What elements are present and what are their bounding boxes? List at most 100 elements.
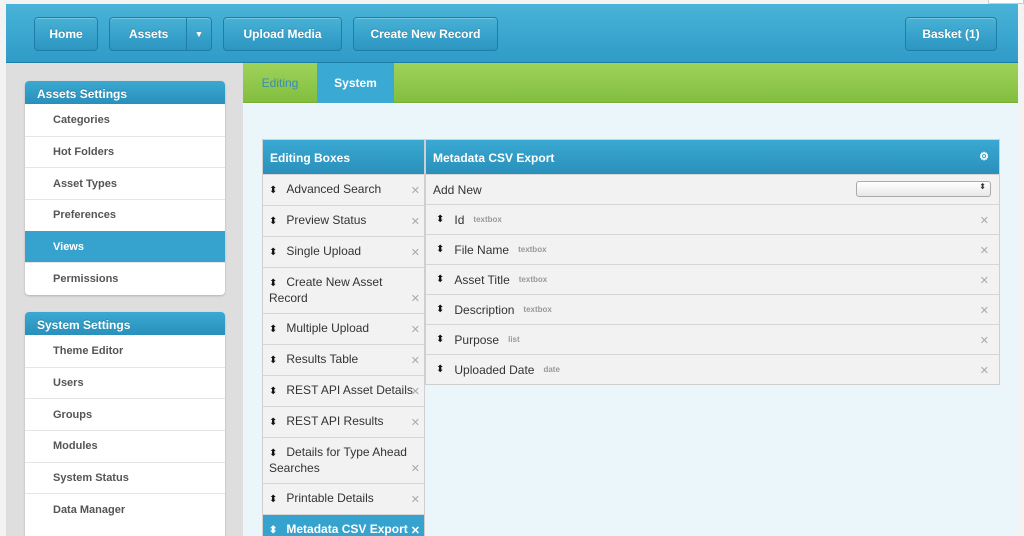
sidebar-item-categories[interactable]: Categories bbox=[25, 104, 225, 136]
drag-handle-icon[interactable]: ⬍ bbox=[269, 386, 277, 397]
sidebar-item-preferences[interactable]: Preferences bbox=[25, 199, 225, 231]
drag-handle-icon[interactable]: ⬍ bbox=[436, 334, 444, 345]
field-row[interactable]: ⬍ Id textbox ✕ bbox=[426, 204, 999, 234]
close-icon[interactable]: ✕ bbox=[980, 214, 989, 227]
close-icon[interactable]: ✕ bbox=[411, 385, 420, 400]
metadata-export-header: Metadata CSV Export ⚙ bbox=[426, 140, 999, 174]
assets-label: Assets bbox=[129, 27, 169, 41]
list-item-label: REST API Results bbox=[286, 414, 384, 428]
field-name: Id bbox=[454, 212, 465, 227]
list-item[interactable]: ⬍ Advanced Search ✕ bbox=[263, 174, 424, 205]
sidebar-item-data-manager[interactable]: Data Manager bbox=[25, 493, 225, 525]
field-row[interactable]: ⬍ Description textbox ✕ bbox=[426, 294, 999, 324]
drag-handle-icon[interactable]: ⬍ bbox=[269, 278, 277, 289]
field-type: textbox bbox=[518, 245, 547, 254]
drag-handle-icon[interactable]: ⬍ bbox=[269, 448, 277, 459]
drag-handle-icon[interactable]: ⬍ bbox=[269, 324, 277, 335]
close-icon[interactable]: ✕ bbox=[980, 364, 989, 377]
close-icon[interactable]: ✕ bbox=[411, 416, 420, 431]
drag-handle-icon[interactable]: ⬍ bbox=[269, 355, 277, 366]
field-name: Asset Title bbox=[454, 272, 510, 287]
tab-editing[interactable]: Editing bbox=[243, 63, 317, 103]
assets-settings-panel: Assets Settings Categories Hot Folders A… bbox=[25, 81, 225, 295]
field-name: Uploaded Date bbox=[454, 362, 535, 377]
close-icon[interactable]: ✕ bbox=[411, 292, 420, 307]
create-new-record-button[interactable]: Create New Record bbox=[353, 17, 498, 51]
gear-icon[interactable]: ⚙ bbox=[979, 150, 989, 163]
add-new-label: Add New bbox=[433, 183, 482, 197]
add-new-select[interactable] bbox=[856, 181, 991, 197]
close-icon[interactable]: ✕ bbox=[411, 246, 420, 261]
drag-handle-icon[interactable]: ⬍ bbox=[436, 214, 444, 225]
list-item[interactable]: ⬍ REST API Results ✕ bbox=[263, 406, 424, 437]
list-item[interactable]: ⬍ REST API Asset Details ✕ bbox=[263, 375, 424, 406]
upload-media-button[interactable]: Upload Media bbox=[223, 17, 342, 51]
close-icon[interactable]: ✕ bbox=[411, 215, 420, 230]
drag-handle-icon[interactable]: ⬍ bbox=[269, 417, 277, 428]
assets-settings-title: Assets Settings bbox=[25, 81, 225, 104]
list-item[interactable]: ⬍ Single Upload ✕ bbox=[263, 236, 424, 267]
editing-boxes-list: Editing Boxes ⬍ Advanced Search ✕ ⬍ Preview… bbox=[262, 139, 425, 536]
home-button[interactable]: Home bbox=[34, 17, 98, 51]
top-navigation-bar: Home Assets ▼ Upload Media Create New Re… bbox=[6, 4, 1018, 63]
list-item[interactable]: ⬍ Details for Type Ahead Searches ✕ bbox=[263, 437, 424, 483]
drag-handle-icon[interactable]: ⬍ bbox=[436, 364, 444, 375]
list-item[interactable]: ⬍ Preview Status ✕ bbox=[263, 205, 424, 236]
list-item-label: Advanced Search bbox=[286, 182, 382, 196]
list-item-label: REST API Asset Details bbox=[286, 383, 413, 397]
list-item-label: Create New Asset Record bbox=[269, 275, 383, 305]
editing-boxes-title: Editing Boxes bbox=[263, 140, 424, 174]
drag-handle-icon[interactable]: ⬍ bbox=[269, 247, 277, 258]
close-icon[interactable]: ✕ bbox=[411, 354, 420, 369]
sidebar-item-users[interactable]: Users bbox=[25, 366, 225, 399]
drag-handle-icon[interactable]: ⬍ bbox=[436, 304, 444, 315]
close-icon[interactable]: ✕ bbox=[411, 462, 420, 477]
basket-button[interactable]: Basket (1) bbox=[905, 17, 997, 51]
sidebar-item-theme-editor[interactable]: Theme Editor bbox=[25, 335, 225, 367]
drag-handle-icon[interactable]: ⬍ bbox=[269, 494, 277, 505]
sidebar-item-groups[interactable]: Groups bbox=[25, 398, 225, 430]
close-icon[interactable]: ✕ bbox=[980, 304, 989, 317]
tab-system[interactable]: System bbox=[317, 63, 394, 103]
list-item-label: Printable Details bbox=[286, 491, 374, 505]
system-settings-panel: System Settings Theme Editor Users Group… bbox=[25, 312, 225, 536]
sidebar-item-system-status[interactable]: System Status bbox=[25, 461, 225, 494]
field-name: Purpose bbox=[454, 332, 500, 347]
drag-handle-icon[interactable]: ⬍ bbox=[436, 244, 444, 255]
upload-media-label: Upload Media bbox=[243, 27, 322, 41]
list-item[interactable]: ⬍ Create New Asset Record ✕ bbox=[263, 267, 424, 313]
sidebar-item-asset-types[interactable]: Asset Types bbox=[25, 167, 225, 199]
close-icon[interactable]: ✕ bbox=[411, 524, 420, 536]
list-item[interactable]: ⬍ Printable Details ✕ bbox=[263, 483, 424, 514]
sidebar-item-permissions[interactable]: Permissions bbox=[25, 262, 225, 294]
close-icon[interactable]: ✕ bbox=[980, 244, 989, 257]
list-item-label: Single Upload bbox=[286, 244, 362, 258]
field-row[interactable]: ⬍ Purpose list ✕ bbox=[426, 324, 999, 354]
list-item-selected[interactable]: ⬍ Metadata CSV Export ✕ bbox=[263, 514, 424, 536]
field-name: Description bbox=[454, 302, 515, 317]
close-icon[interactable]: ✕ bbox=[980, 274, 989, 287]
close-icon[interactable]: ✕ bbox=[980, 334, 989, 347]
close-icon[interactable]: ✕ bbox=[411, 493, 420, 508]
list-item[interactable]: ⬍ Results Table ✕ bbox=[263, 344, 424, 375]
field-row[interactable]: ⬍ Uploaded Date date ✕ bbox=[426, 354, 999, 384]
system-settings-title: System Settings bbox=[25, 312, 225, 335]
basket-label: Basket (1) bbox=[922, 27, 980, 41]
drag-handle-icon[interactable]: ⬍ bbox=[436, 274, 444, 285]
sidebar-item-hot-folders[interactable]: Hot Folders bbox=[25, 135, 225, 168]
list-item[interactable]: ⬍ Multiple Upload ✕ bbox=[263, 313, 424, 344]
sidebar-item-views[interactable]: Views bbox=[25, 230, 225, 263]
window-corner bbox=[988, 0, 1024, 4]
list-item-label: Multiple Upload bbox=[286, 321, 370, 335]
drag-handle-icon[interactable]: ⬍ bbox=[269, 525, 277, 536]
field-row[interactable]: ⬍ File Name textbox ✕ bbox=[426, 234, 999, 264]
close-icon[interactable]: ✕ bbox=[411, 184, 420, 199]
sidebar-item-modules[interactable]: Modules bbox=[25, 430, 225, 462]
assets-button[interactable]: Assets ▼ bbox=[109, 17, 212, 51]
drag-handle-icon[interactable]: ⬍ bbox=[269, 185, 277, 196]
field-row[interactable]: ⬍ Asset Title textbox ✕ bbox=[426, 264, 999, 294]
list-item-label: Results Table bbox=[286, 352, 359, 366]
drag-handle-icon[interactable]: ⬍ bbox=[269, 216, 277, 227]
close-icon[interactable]: ✕ bbox=[411, 323, 420, 338]
chevron-down-icon[interactable]: ▼ bbox=[186, 18, 211, 50]
